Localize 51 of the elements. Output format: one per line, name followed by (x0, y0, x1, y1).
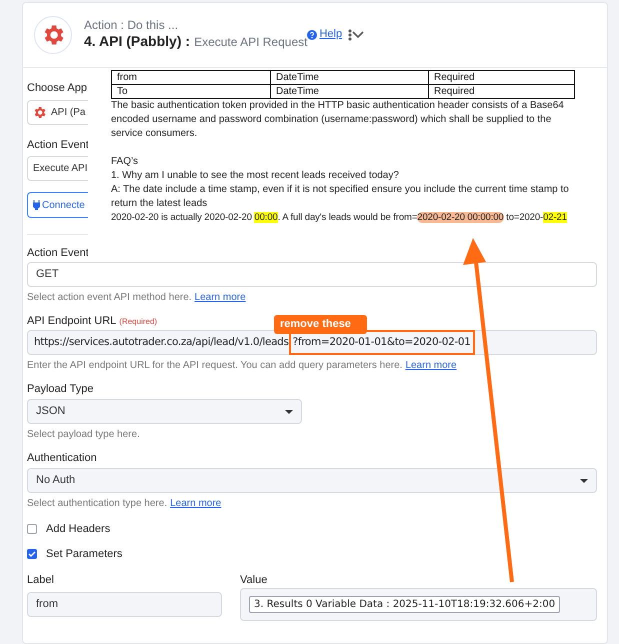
example-text: 2020-02-20 is actually 2020-02-20 00:00. A full day's leads would be from=2020-02-20 00:00:00 to=2020-02-21 (111, 211, 568, 225)
auth-select[interactable]: No Auth (27, 468, 597, 493)
field-label: Payload Type (27, 382, 94, 397)
help-text: Select authentication type here. (27, 497, 168, 511)
learn-more-link[interactable]: Learn more (170, 496, 222, 511)
checkbox-label: Set Parameters (46, 546, 122, 562)
checkbox-label: Add Headers (46, 522, 110, 537)
faq-question: 1. Why am I unable to see the most recent leads received today? (111, 169, 400, 183)
caret-icon (580, 478, 588, 482)
column-heading: Label (27, 573, 55, 588)
step-title: 4. API (Pabbly) : (84, 32, 190, 50)
help-link[interactable]: Help (307, 26, 342, 43)
faq-answer: A: The date include a time stamp, even if it is not specified ensure you include the current time stamp to return the latest leads (111, 183, 570, 211)
url-text: https://services.autotrader.co.za/api/lead/v1.0/leads (34, 334, 289, 350)
required-note: (Required) (119, 316, 158, 328)
table-cell: Required (428, 70, 574, 84)
plug-icon (33, 200, 40, 210)
field-label: Action Event (27, 138, 89, 153)
help-text: Select action event API method here. (27, 291, 192, 305)
method-select[interactable]: GET (27, 262, 597, 287)
checkbox[interactable] (27, 524, 37, 534)
table-cell: To (112, 84, 270, 98)
help-text: Enter the API endpoint URL for the API request. You can add query parameters here. (27, 359, 402, 373)
gear-icon (32, 105, 47, 120)
table-cell: from (112, 70, 270, 84)
help-text: Select payload type here. (27, 428, 140, 442)
field-label: Authentication (27, 451, 97, 466)
learn-more-link[interactable]: Learn more (194, 290, 246, 305)
chevron-down-icon[interactable] (352, 30, 364, 38)
step-detail: Execute API Request (194, 34, 308, 51)
paragraph: The basic authentication token provided in the HTTP basic authentication header consists of a Base64 encoded username and password combination (username:password) which shall be supplied to the service consumers. (111, 99, 565, 141)
field-label: Choose App (27, 81, 87, 96)
help-icon (307, 30, 318, 40)
field-label: API Endpoint URL (27, 314, 116, 329)
label-field[interactable]: from (27, 592, 222, 617)
faq-heading: FAQ’s (111, 155, 140, 169)
payload-select[interactable]: JSON (27, 399, 302, 424)
checkbox[interactable] (27, 548, 37, 559)
variable-token: 3. Results 0 Variable Data : 2025-11-10T18:19:32.606+2:00 (249, 596, 560, 613)
caret-icon (285, 410, 293, 414)
learn-more-link[interactable]: Learn more (405, 358, 457, 373)
field-label: Action Event (27, 246, 89, 261)
table-cell: DateTime (270, 70, 428, 84)
value-field[interactable]: 3. Results 0 Variable Data : 2025-11-10T18:19:32.606+2:00 (240, 588, 597, 621)
callout-label: remove these (274, 315, 367, 334)
url-field[interactable]: https://services.autotrader.co.za/api/lead/v1.0/leads ?from=2020-01-01&to=2020-02-01 (27, 330, 597, 355)
action-subtitle: Action : Do this ... (84, 18, 180, 32)
table-cell: Required (428, 84, 574, 98)
table-cell: DateTime (270, 84, 428, 98)
column-heading: Value (240, 573, 268, 588)
more-icon[interactable] (348, 28, 352, 40)
